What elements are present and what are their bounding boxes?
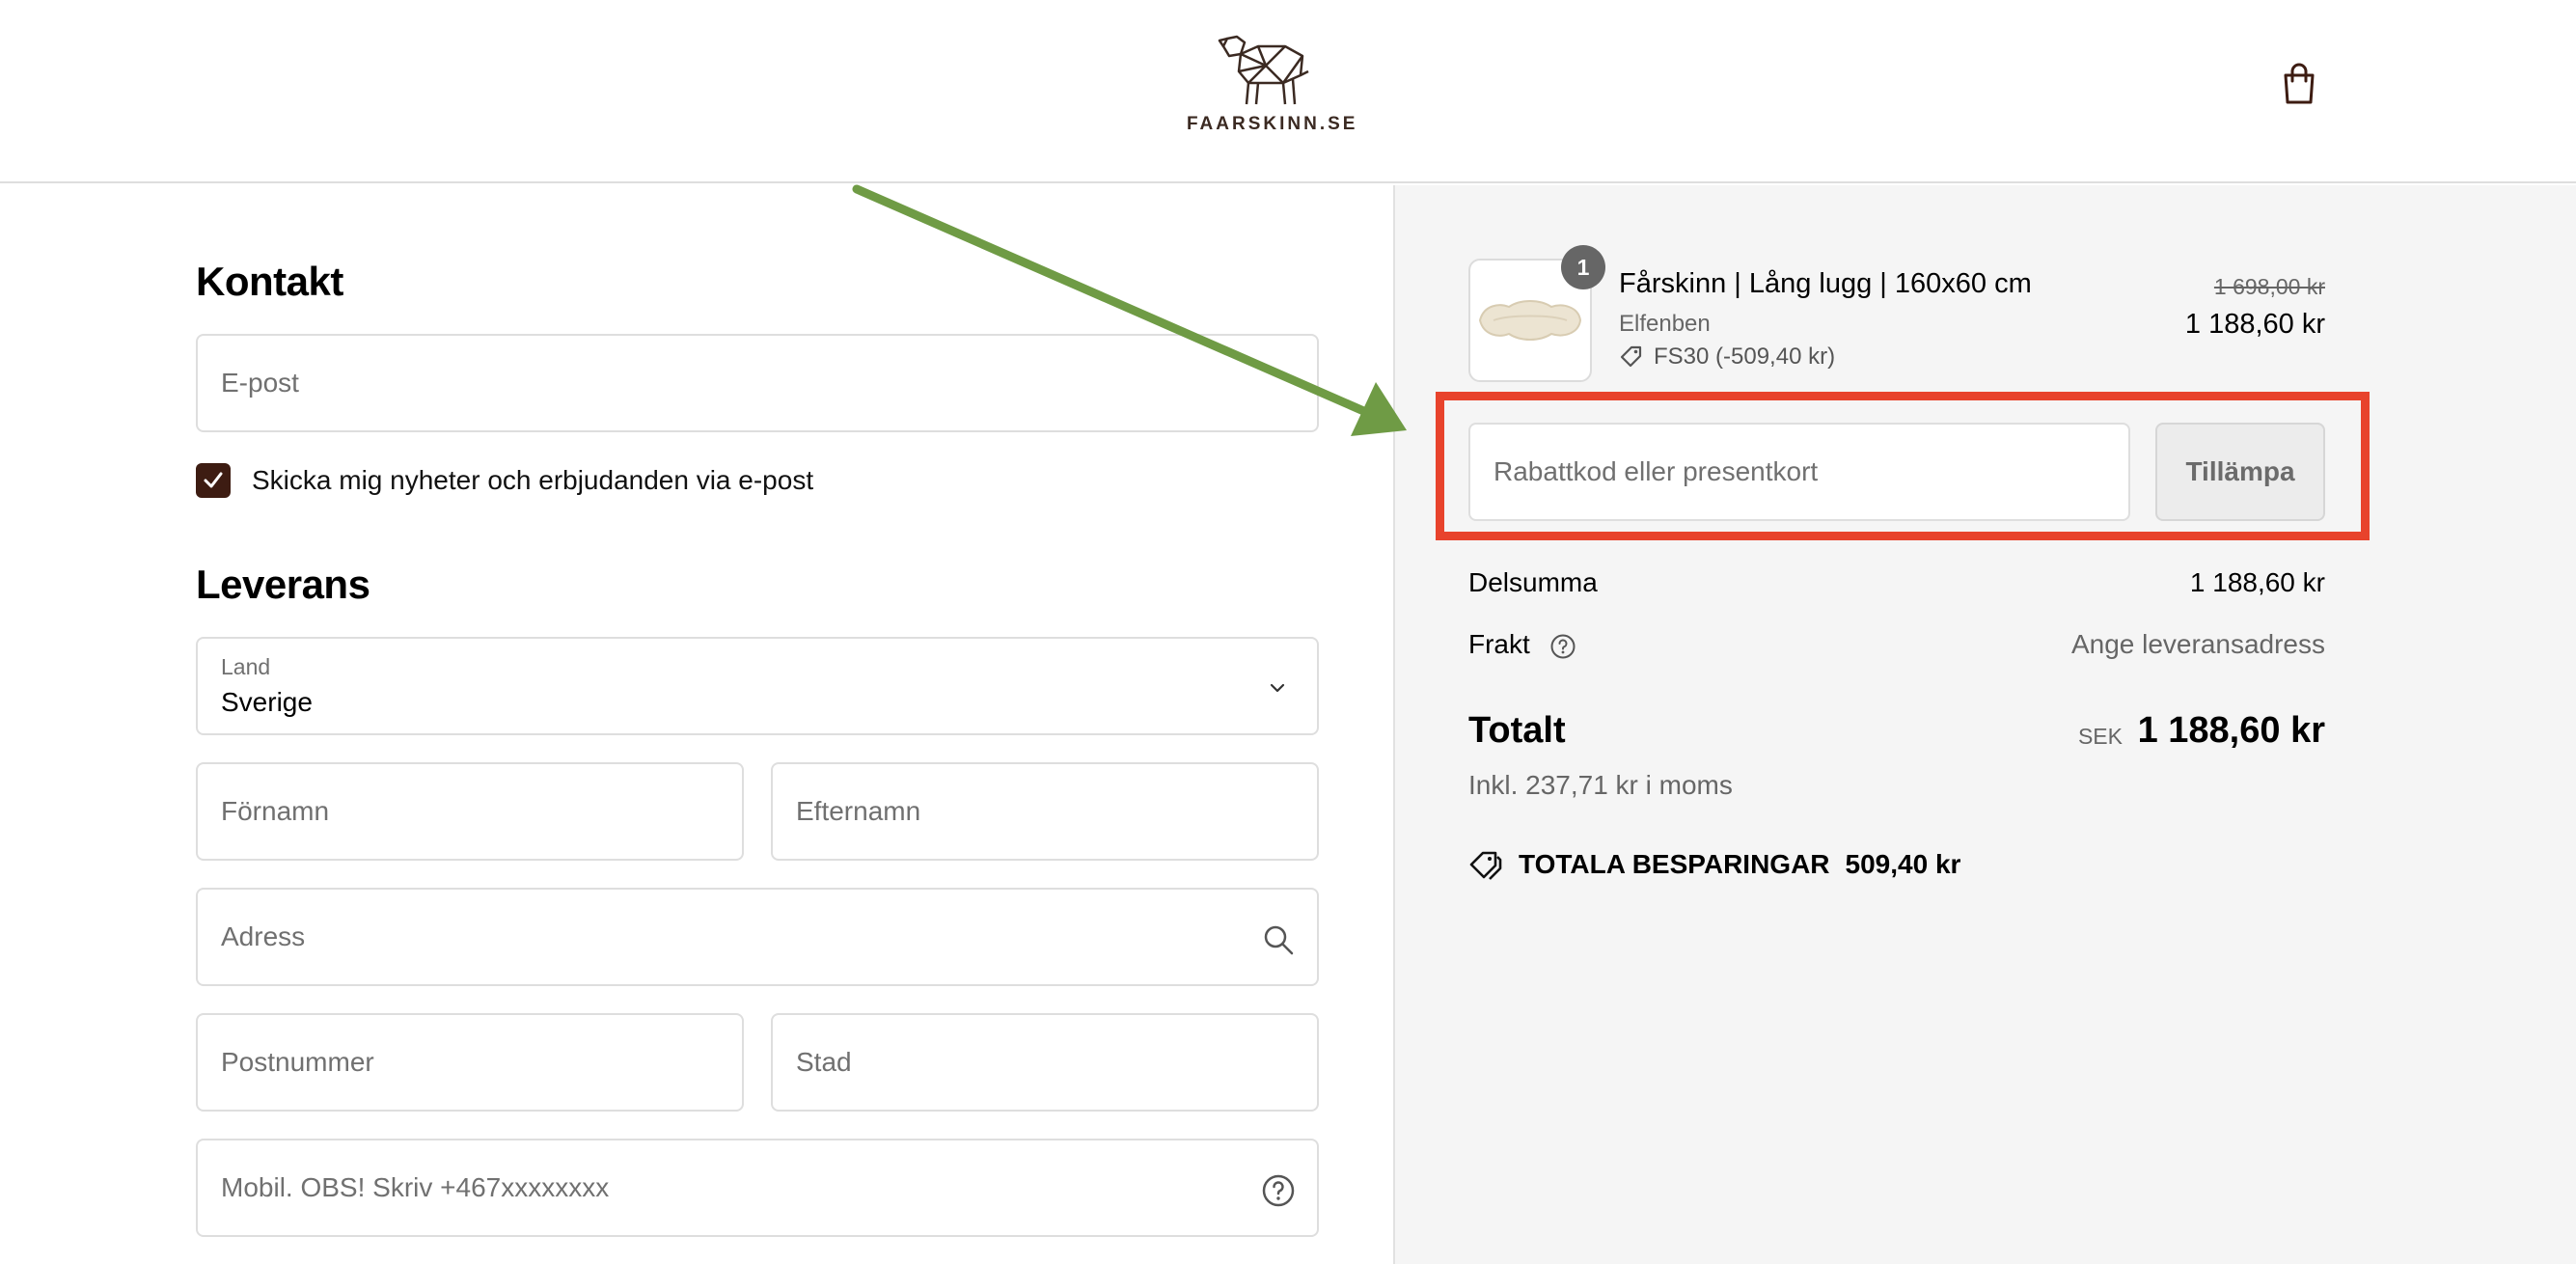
- brand-logo[interactable]: FAARSKINN.SE: [1187, 33, 1358, 139]
- email-input[interactable]: [198, 336, 1317, 430]
- tax-note: Inkl. 237,71 kr i moms: [1468, 770, 1733, 800]
- first-name-field[interactable]: [196, 762, 744, 861]
- apply-discount-button[interactable]: Tillämpa: [2155, 423, 2325, 521]
- sheep-logo-icon: [1218, 35, 1309, 105]
- shipping-row: Frakt: [1468, 629, 1576, 660]
- newsletter-checkbox[interactable]: [196, 463, 231, 498]
- tag-icon: [1620, 345, 1642, 368]
- search-icon[interactable]: [1261, 922, 1296, 957]
- contact-title: Kontakt: [196, 259, 343, 304]
- total-savings: TOTALA BESPARINGAR 509,40 kr: [1468, 849, 1960, 880]
- newsletter-row[interactable]: Skicka mig nyheter och erbjudanden via e…: [196, 461, 813, 500]
- help-icon[interactable]: [1261, 1173, 1296, 1208]
- phone-input[interactable]: [198, 1140, 1317, 1235]
- city-input[interactable]: [773, 1015, 1317, 1110]
- price-original: 1 698,00 kr: [2213, 274, 2325, 299]
- total-label: Totalt: [1468, 710, 1566, 751]
- country-label: Land: [221, 654, 271, 679]
- discount-code-field[interactable]: [1468, 423, 2130, 521]
- product-discount-text: FS30 (-509,40 kr): [1654, 343, 1836, 370]
- product-name: Fårskinn | Lång lugg | 160x60 cm: [1619, 268, 2032, 299]
- delivery-title: Leverans: [196, 562, 370, 607]
- shipping-label: Frakt: [1468, 629, 1530, 659]
- phone-field[interactable]: [196, 1139, 1319, 1237]
- site-header: FAARSKINN.SE: [0, 0, 2576, 183]
- address-input[interactable]: [198, 890, 1317, 984]
- help-icon[interactable]: [1549, 633, 1576, 660]
- subtotal-value: 1 188,60 kr: [2189, 567, 2325, 597]
- newsletter-label: Skicka mig nyheter och erbjudanden via e…: [252, 465, 814, 495]
- total-amount: 1 188,60 kr: [2137, 710, 2325, 751]
- address-field[interactable]: [196, 888, 1319, 986]
- checkmark-icon: [204, 472, 223, 488]
- tag-icon: [1469, 851, 1502, 880]
- discount-code-input[interactable]: [1470, 425, 2128, 519]
- price-final: 1 188,60 kr: [2184, 309, 2325, 340]
- total-currency: SEK: [2077, 724, 2123, 749]
- savings-amount: 509,40 kr: [1845, 849, 1961, 879]
- country-select[interactable]: Land Sverige: [196, 637, 1319, 735]
- shopping-bag-icon[interactable]: [2280, 60, 2318, 106]
- first-name-input[interactable]: [198, 764, 742, 859]
- last-name-field[interactable]: [771, 762, 1319, 861]
- last-name-input[interactable]: [773, 764, 1317, 859]
- shipping-value: Ange leveransadress: [2070, 629, 2325, 659]
- chevron-down-icon: [1270, 683, 1285, 693]
- savings-label: TOTALA BESPARINGAR: [1519, 849, 1830, 879]
- country-value: Sverige: [221, 687, 313, 717]
- quantity-badge: 1: [1561, 245, 1605, 289]
- product-discount: FS30 (-509,40 kr): [1619, 343, 1835, 371]
- city-field[interactable]: [771, 1013, 1319, 1112]
- email-field[interactable]: [196, 334, 1319, 432]
- postal-code-input[interactable]: [198, 1015, 742, 1110]
- brand-name: FAARSKINN.SE: [1187, 114, 1358, 134]
- postal-code-field[interactable]: [196, 1013, 744, 1112]
- subtotal-label: Delsumma: [1468, 567, 1598, 597]
- product-variant: Elfenben: [1619, 311, 1711, 337]
